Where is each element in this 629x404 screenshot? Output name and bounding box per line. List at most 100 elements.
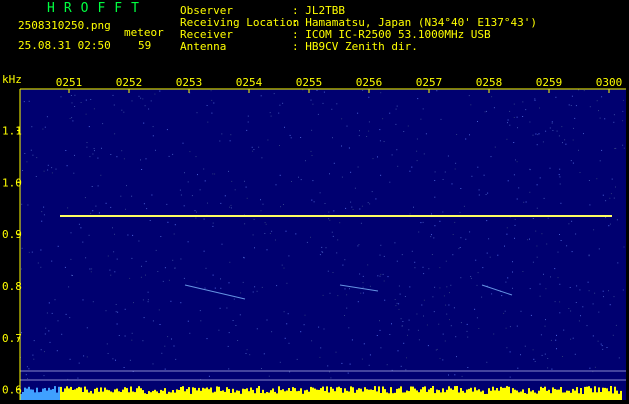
noise-band-bar [300, 388, 302, 400]
noise-band-bar [382, 386, 384, 400]
noise-speckle [123, 111, 125, 113]
noise-band-bar [474, 387, 476, 400]
noise-band-bar [580, 388, 582, 400]
noise-speckle [403, 342, 405, 344]
noise-band-bar [448, 386, 450, 400]
noise-speckle [618, 357, 620, 359]
noise-band-bar [366, 389, 368, 400]
noise-band-bar [158, 393, 160, 400]
noise-speckle [598, 311, 600, 313]
noise-band-bar [190, 393, 192, 400]
noise-speckle [112, 358, 114, 360]
noise-band-bar [184, 391, 186, 400]
noise-speckle [31, 126, 33, 128]
y-tick-label: 0.7 [2, 332, 22, 345]
noise-speckle [46, 312, 48, 314]
noise-speckle [194, 210, 196, 212]
noise-speckle [33, 358, 35, 360]
noise-speckle [337, 295, 339, 297]
noise-speckle [470, 104, 472, 106]
noise-speckle [229, 206, 231, 208]
noise-speckle [333, 162, 335, 164]
noise-speckle [240, 292, 242, 294]
noise-band-bar [514, 389, 516, 400]
noise-speckle [332, 272, 334, 273]
noise-band-bar [542, 388, 544, 400]
noise-speckle [513, 142, 515, 143]
noise-speckle [554, 268, 556, 270]
noise-band-bar [92, 393, 94, 400]
noise-speckle [31, 251, 33, 253]
noise-band-bar [136, 388, 138, 400]
noise-speckle [545, 319, 546, 321]
noise-speckle [467, 336, 469, 338]
noise-band-bar [616, 390, 618, 400]
noise-band-bar [540, 386, 542, 400]
spectrogram-svg: kHz 1.1 1.0 0.9 0.8 0.7 0.6 0251 0252 0253 0254 02… [0, 73, 629, 400]
noise-speckle [409, 213, 411, 215]
noise-speckle [102, 123, 104, 125]
noise-speckle [310, 99, 312, 101]
noise-band-bar [280, 390, 282, 400]
noise-speckle [72, 120, 74, 122]
noise-speckle [569, 287, 571, 288]
noise-speckle [41, 220, 43, 222]
y-tick-label: 0.9 [2, 228, 22, 241]
noise-speckle [566, 245, 568, 247]
noise-speckle [604, 118, 606, 120]
noise-speckle [459, 212, 461, 213]
noise-band-bar [452, 389, 454, 400]
noise-speckle [426, 324, 428, 326]
noise-speckle [69, 358, 71, 360]
noise-band-bar [462, 390, 464, 400]
noise-speckle [379, 140, 381, 142]
noise-speckle [361, 358, 363, 360]
noise-speckle [482, 267, 484, 269]
noise-speckle [443, 295, 445, 297]
noise-speckle [543, 273, 544, 275]
noise-band-bar [412, 386, 414, 400]
noise-speckle [189, 151, 191, 153]
noise-band-bar [172, 390, 174, 400]
noise-speckle [418, 339, 420, 341]
noise-band-bar [396, 388, 398, 400]
noise-speckle [403, 131, 405, 132]
noise-speckle [606, 347, 608, 348]
noise-speckle [220, 278, 221, 280]
noise-speckle [281, 264, 283, 266]
noise-speckle [449, 292, 450, 294]
noise-speckle [537, 134, 539, 136]
noise-speckle [578, 149, 579, 151]
noise-speckle [347, 372, 349, 374]
noise-speckle [234, 189, 236, 191]
noise-speckle [189, 332, 191, 334]
noise-speckle [389, 181, 391, 183]
noise-speckle [423, 153, 425, 155]
noise-band-bar [100, 387, 102, 400]
noise-band-bar [174, 392, 176, 400]
noise-speckle [542, 141, 544, 143]
noise-band-bar [302, 393, 304, 400]
noise-speckle [389, 112, 391, 114]
noise-speckle [32, 154, 34, 156]
noise-speckle [436, 348, 438, 350]
noise-speckle [155, 249, 157, 251]
noise-speckle [283, 267, 285, 269]
noise-speckle [453, 307, 455, 309]
noise-speckle [51, 312, 53, 314]
noise-band-bar [290, 391, 292, 400]
noise-speckle [506, 227, 508, 229]
noise-speckle [611, 178, 613, 180]
noise-speckle [57, 245, 59, 247]
x-tick-label: 0253 [176, 76, 203, 89]
noise-speckle [470, 276, 472, 277]
noise-speckle [219, 307, 221, 309]
noise-speckle [454, 374, 456, 376]
noise-band-bar [526, 393, 528, 400]
noise-speckle [208, 375, 210, 377]
noise-band-bar [196, 390, 198, 400]
noise-speckle [558, 174, 560, 176]
noise-speckle [468, 95, 470, 97]
noise-speckle [474, 308, 476, 310]
noise-speckle [44, 333, 46, 335]
